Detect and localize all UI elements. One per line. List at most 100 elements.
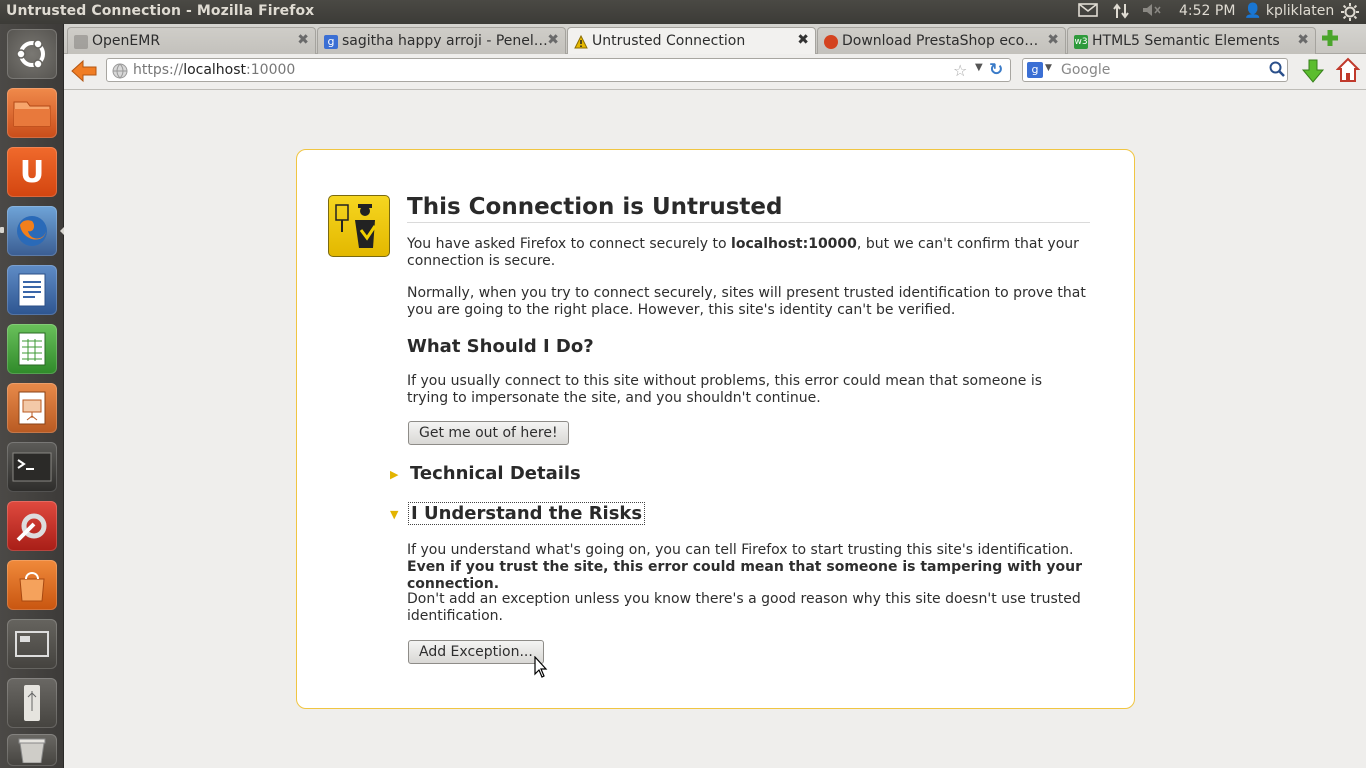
tab-label: sagitha happy arroji - Penel… — [342, 33, 548, 49]
warning-icon — [574, 34, 588, 49]
url-protocol: https:// — [133, 62, 184, 78]
bookmark-star-icon[interactable]: ☆ — [953, 61, 967, 80]
search-placeholder: Google — [1061, 62, 1111, 78]
ubuntu-one-icon: U — [19, 154, 45, 190]
tab-google[interactable]: g sagitha happy arroji - Penel… ✖ — [317, 27, 566, 54]
close-icon[interactable]: ✖ — [1047, 32, 1059, 48]
calc-launcher[interactable] — [7, 324, 57, 374]
close-icon[interactable]: ✖ — [297, 32, 309, 48]
terminal-launcher[interactable] — [7, 442, 57, 492]
tab-openemr[interactable]: OpenEMR ✖ — [67, 27, 316, 54]
window-title: Untrusted Connection - Mozilla Firefox — [6, 3, 315, 19]
ubuntu-one-launcher[interactable]: U — [7, 147, 57, 197]
spreadsheet-icon — [18, 332, 46, 366]
workspace-icon — [15, 631, 49, 657]
user-icon: 👤 — [1244, 3, 1262, 19]
volume-muted-icon[interactable] — [1142, 3, 1162, 21]
unity-launcher: U — [0, 24, 64, 768]
usb-drive-launcher[interactable] — [7, 678, 57, 728]
risks-text-a: If you understand what's going on, you c… — [407, 542, 1074, 558]
search-icon[interactable] — [1269, 61, 1285, 81]
impress-launcher[interactable] — [7, 383, 57, 433]
download-arrow-icon — [1301, 59, 1325, 83]
collapsed-triangle-icon[interactable]: ▶ — [390, 468, 398, 481]
usb-icon — [24, 685, 40, 721]
gear-icon[interactable] — [1341, 3, 1359, 25]
close-icon[interactable]: ✖ — [1297, 32, 1309, 48]
url-port: :10000 — [246, 62, 296, 78]
error-container: This Connection is Untrusted You have as… — [296, 149, 1135, 709]
user-menu[interactable]: 👤 kpliklaten — [1244, 3, 1334, 19]
terminal-icon — [12, 452, 52, 482]
url-bar[interactable]: https://localhost:10000 ☆ ▼ ↻ — [106, 58, 1011, 82]
normally-text: Normally, when you try to connect secure… — [407, 285, 1086, 318]
security-officer-icon — [328, 195, 390, 257]
shopping-bag-icon — [19, 572, 45, 602]
workspace-switcher[interactable] — [7, 619, 57, 669]
top-panel: Untrusted Connection - Mozilla Firefox 4… — [0, 0, 1366, 24]
mail-icon[interactable] — [1078, 3, 1098, 21]
home-icon — [1335, 57, 1361, 82]
user-name: kpliklaten — [1265, 3, 1335, 19]
risks-text-b: Even if you trust the site, this error c… — [407, 559, 1083, 592]
what-should-i-do-text: If you usually connect to this site with… — [407, 373, 1043, 406]
writer-launcher[interactable] — [7, 265, 57, 315]
network-icon[interactable] — [1112, 3, 1130, 23]
prestashop-icon — [824, 35, 838, 49]
trash-icon — [18, 738, 46, 763]
close-icon[interactable]: ✖ — [797, 32, 809, 48]
downloads-button[interactable] — [1301, 58, 1325, 84]
back-arrow-icon — [71, 59, 97, 83]
intro-host: localhost:10000 — [731, 236, 857, 252]
intro-text: You have asked Firefox to connect secure… — [407, 236, 1087, 270]
google-engine-icon[interactable]: g — [1027, 62, 1043, 78]
document-icon — [18, 273, 46, 307]
firefox-icon — [17, 216, 47, 246]
history-dropdown-icon[interactable]: ▼ — [975, 62, 983, 73]
what-should-i-do-heading: What Should I Do? — [407, 336, 594, 357]
tab-html5[interactable]: w3 HTML5 Semantic Elements ✖ — [1067, 27, 1316, 54]
intro-text-a: You have asked Firefox to connect secure… — [407, 236, 732, 252]
new-tab-button[interactable] — [1320, 28, 1340, 48]
dont-add-exception-text: Don't add an exception unless you know t… — [407, 591, 1081, 624]
trash-launcher[interactable] — [7, 734, 57, 766]
tab-label: Download PrestaShop eco… — [842, 33, 1039, 49]
clock[interactable]: 4:52 PM — [1179, 3, 1235, 19]
expanded-triangle-icon[interactable]: ▼ — [390, 508, 398, 521]
folder-icon — [13, 101, 51, 127]
engine-dropdown-icon[interactable]: ▼ — [1045, 63, 1052, 73]
software-center-launcher[interactable] — [7, 560, 57, 610]
ubuntu-logo-icon — [16, 39, 45, 69]
site-identity-icon[interactable] — [112, 63, 128, 83]
w3-icon: w3 — [1074, 35, 1088, 49]
firefox-launcher[interactable] — [7, 206, 57, 256]
back-button[interactable] — [70, 58, 98, 84]
page-icon — [74, 35, 88, 49]
plus-icon — [1322, 30, 1338, 46]
search-bar[interactable]: g ▼ Google — [1022, 58, 1288, 82]
dash-home-button[interactable] — [7, 29, 57, 79]
get-me-out-button[interactable]: Get me out of here! — [408, 421, 569, 445]
google-icon: g — [324, 35, 338, 49]
running-indicator — [0, 227, 4, 233]
tab-label: HTML5 Semantic Elements — [1092, 33, 1280, 49]
navigation-toolbar: https://localhost:10000 ☆ ▼ ↻ g ▼ Google — [64, 54, 1366, 90]
tab-untrusted-connection[interactable]: Untrusted Connection ✖ — [567, 27, 816, 55]
understand-risks-heading[interactable]: I Understand the Risks — [408, 502, 646, 525]
reload-icon[interactable]: ↻ — [989, 60, 1003, 80]
risks-text: If you understand what's going on, you c… — [407, 542, 1087, 593]
settings-launcher[interactable] — [7, 501, 57, 551]
tab-prestashop[interactable]: Download PrestaShop eco… ✖ — [817, 27, 1066, 54]
add-exception-button[interactable]: Add Exception... — [408, 640, 544, 664]
tab-label: Untrusted Connection — [592, 33, 746, 49]
tab-label: OpenEMR — [92, 33, 161, 49]
page-title: This Connection is Untrusted — [407, 194, 1090, 223]
technical-details-heading[interactable]: Technical Details — [410, 463, 581, 484]
settings-tools-icon — [16, 513, 47, 542]
url-host: localhost — [183, 62, 247, 78]
presentation-icon — [18, 391, 46, 425]
close-icon[interactable]: ✖ — [547, 32, 559, 48]
mouse-cursor-icon — [534, 655, 548, 682]
files-launcher[interactable] — [7, 88, 57, 138]
home-button[interactable] — [1335, 57, 1361, 83]
